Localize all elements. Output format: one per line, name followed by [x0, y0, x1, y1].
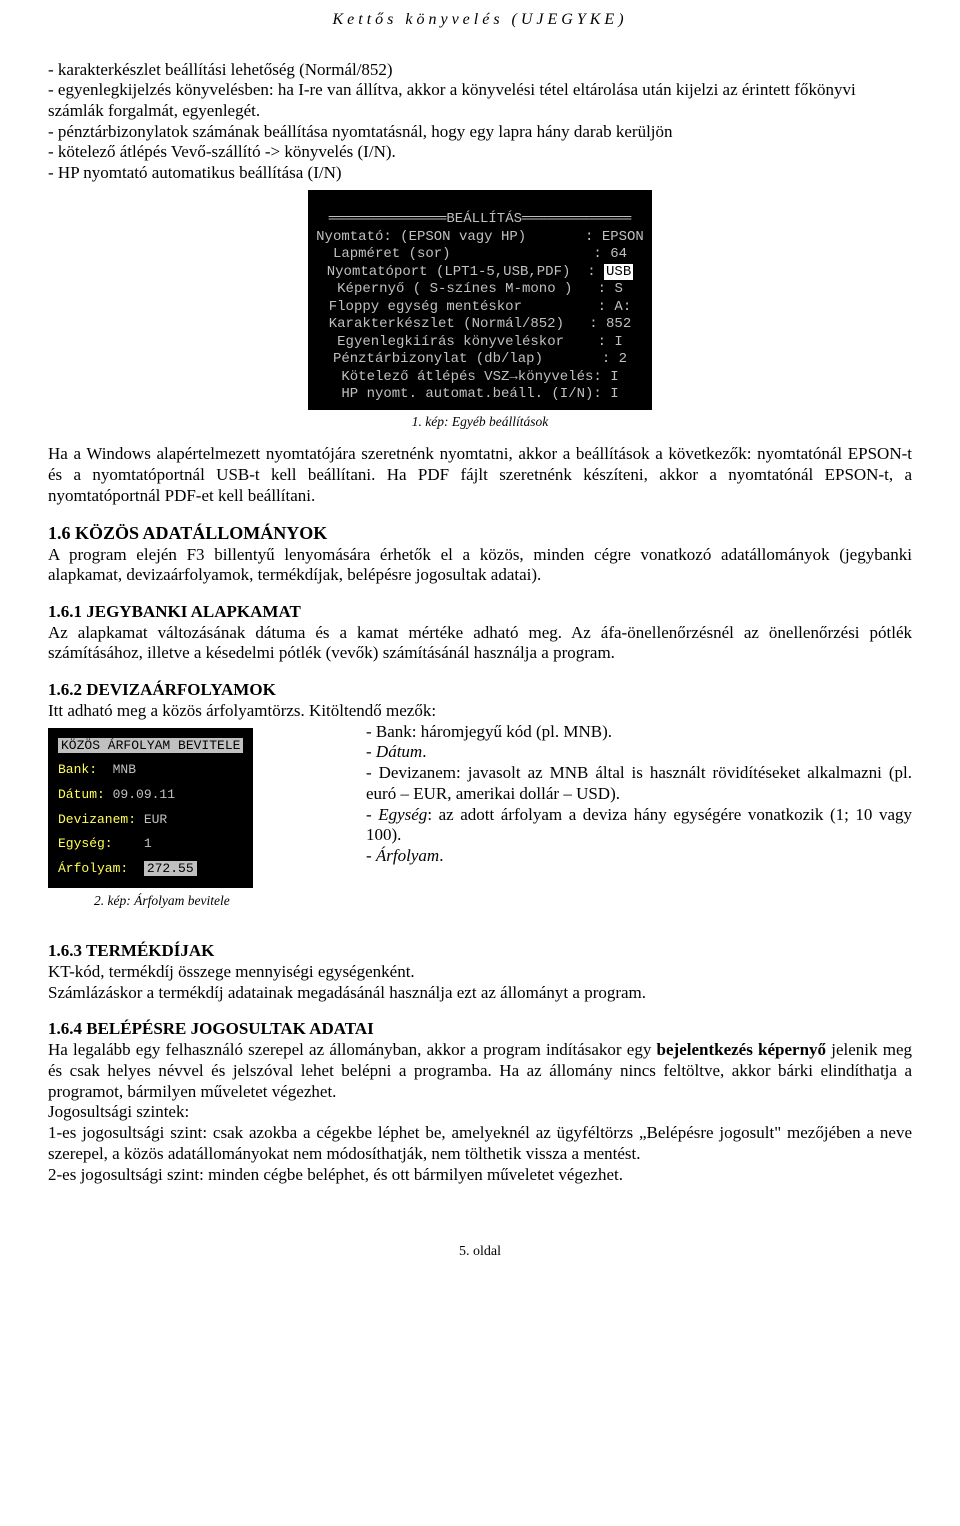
figure-caption-2: 2. kép: Árfolyam bevitele — [94, 893, 348, 909]
bullet: karakterkészlet beállítási lehetőség (No… — [48, 60, 912, 81]
paragraph: Ha legalább egy felhasználó szerepel az … — [48, 1040, 912, 1102]
def-bank: - Bank: háromjegyű kód (pl. MNB). — [366, 722, 912, 743]
paragraph: Itt adható meg a közös árfolyamtörzs. Ki… — [48, 701, 912, 722]
paragraph: Ha a Windows alapértelmezett nyomtatójár… — [48, 444, 912, 506]
def-arfolyam: - Árfolyam. — [366, 846, 912, 867]
def-datum: - Dátum. — [366, 742, 912, 763]
intro-bullets: karakterkészlet beállítási lehetőség (No… — [48, 60, 912, 184]
page-header: Kettős könyvelés (UJEGYKE) — [48, 10, 912, 30]
dos-row: Karakterkészlet (Normál/852) : 852 — [329, 316, 632, 332]
dos-row: Nyomtató: (EPSON vagy HP) : EPSON — [316, 229, 644, 245]
bullet: pénztárbizonylatok számának beállítása n… — [48, 122, 912, 143]
field-definitions: - Bank: háromjegyű kód (pl. MNB). - Dátu… — [366, 722, 912, 867]
section-1-6-1: 1.6.1 JEGYBANKI ALAPKAMAT — [48, 602, 912, 623]
section-1-6-4: 1.6.4 BELÉPÉSRE JOGOSULTAK ADATAI — [48, 1019, 912, 1040]
dos-row: Lapméret (sor) : 64 — [333, 246, 627, 262]
bullet: HP nyomtató automatikus beállítása (I/N) — [48, 163, 912, 184]
bullet: egyenlegkijelzés könyvelésben: ha I-re v… — [48, 80, 912, 121]
dos-row: HP nyomt. automat.beáll. (I/N): I — [341, 386, 618, 402]
section-1-6: 1.6 KÖZÖS ADATÁLLOMÁNYOK — [48, 523, 912, 545]
paragraph: Az alapkamat változásának dátuma és a ka… — [48, 623, 912, 664]
dos-title: KÖZÖS ÁRFOLYAM BEVITELE — [58, 738, 243, 753]
dos-screenshot-beallitas: ══════════════BEÁLLÍTÁS═════════════ Nyo… — [308, 190, 652, 410]
paragraph: 2-es jogosultsági szint: minden cégbe be… — [48, 1165, 912, 1186]
bullet: kötelező átlépés Vevő-szállító -> könyve… — [48, 142, 912, 163]
section-1-6-2: 1.6.2 DEVIZAÁRFOLYAMOK — [48, 680, 912, 701]
dos-screenshot-arfolyam: KÖZÖS ÁRFOLYAM BEVITELE Bank: MNB Dátum:… — [48, 728, 253, 888]
dos-row: Floppy egység mentéskor : A: — [329, 299, 631, 315]
paragraph: A program elején F3 billentyű lenyomásár… — [48, 545, 912, 586]
paragraph: Számlázáskor a termékdíj adatainak megad… — [48, 983, 912, 1004]
paragraph: 1-es jogosultsági szint: csak azokba a c… — [48, 1123, 912, 1164]
paragraph: KT-kód, termékdíj összege mennyiségi egy… — [48, 962, 912, 983]
page-footer: 5. oldal — [48, 1243, 912, 1260]
section-1-6-3: 1.6.3 TERMÉKDÍJAK — [48, 941, 912, 962]
dos-highlight: USB — [604, 264, 633, 280]
def-devizanem: - Devizanem: javasolt az MNB által is ha… — [366, 763, 912, 804]
dos-row: Nyomtatóport (LPT1-5,USB,PDF) : USB — [327, 264, 633, 280]
dos-row: Egyenlegkiírás könyveléskor : I — [337, 334, 623, 350]
dos-row: Képernyő ( S-színes M-mono ) : S — [337, 281, 623, 297]
figure-caption-1: 1. kép: Egyéb beállítások — [48, 414, 912, 430]
dos-row: Pénztárbizonylat (db/lap) : 2 — [333, 351, 627, 367]
dos-title: ══════════════BEÁLLÍTÁS═════════════ — [329, 211, 631, 227]
paragraph: Jogosultsági szintek: — [48, 1102, 912, 1123]
def-egyseg: - Egység: az adott árfolyam a deviza hán… — [366, 805, 912, 846]
dos-row: Kötelező átlépés VSZ→könyvelés: I — [341, 369, 618, 385]
